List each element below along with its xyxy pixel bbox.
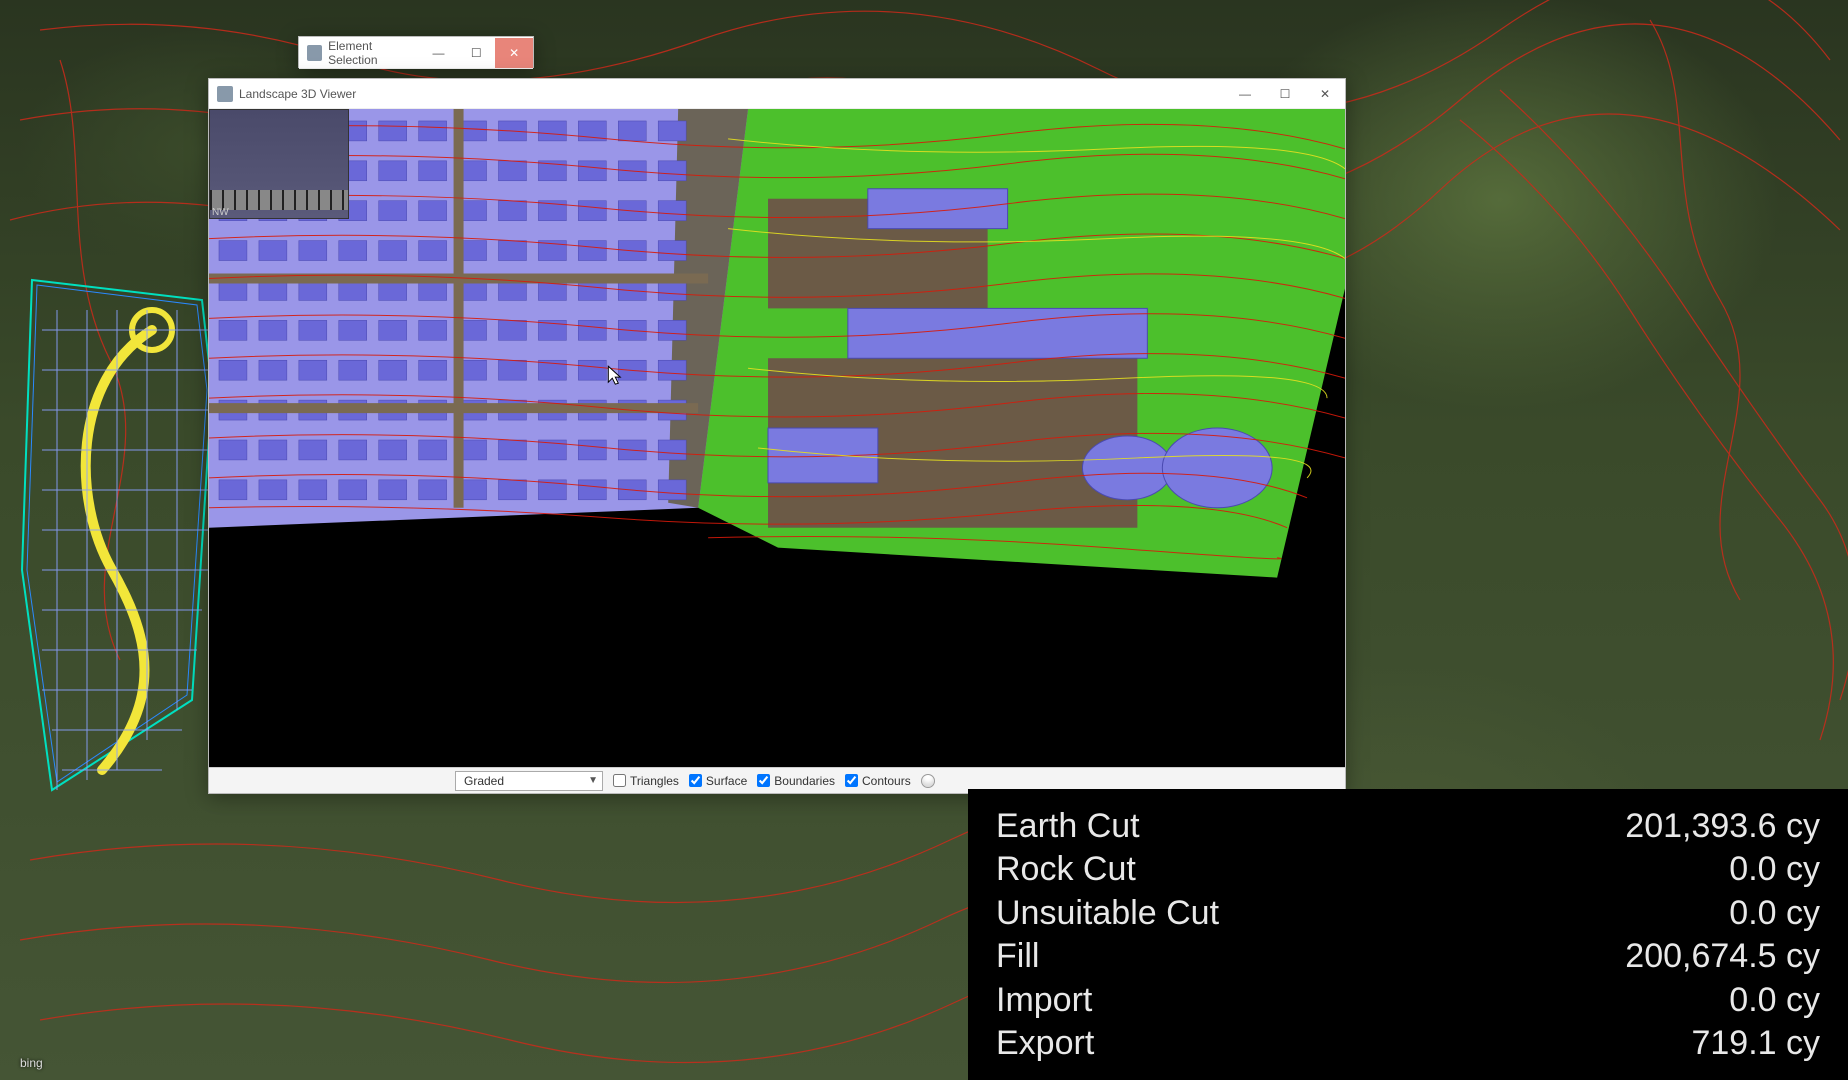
- stat-label: Export: [996, 1022, 1094, 1066]
- stat-row: Rock Cut 0.0 cy: [996, 848, 1820, 892]
- stat-value: 719.1 cy: [1691, 1022, 1820, 1066]
- close-button[interactable]: ✕: [1305, 79, 1345, 109]
- boundaries-checkbox-input[interactable]: [757, 774, 770, 787]
- app-icon: [217, 86, 233, 102]
- stat-label: Import: [996, 979, 1092, 1023]
- stat-value: 201,393.6 cy: [1625, 805, 1820, 849]
- triangles-label: Triangles: [630, 774, 679, 788]
- triangles-checkbox[interactable]: Triangles: [613, 774, 679, 788]
- stat-label: Rock Cut: [996, 848, 1136, 892]
- stat-row: Export 719.1 cy: [996, 1022, 1820, 1066]
- contours-checkbox-input[interactable]: [845, 774, 858, 787]
- chevron-down-icon: ▼: [588, 775, 598, 786]
- contours-label: Contours: [862, 774, 911, 788]
- viewer-3d-canvas[interactable]: NW: [209, 109, 1345, 767]
- earthwork-stats-panel: Earth Cut 201,393.6 cy Rock Cut 0.0 cy Uns…: [968, 789, 1848, 1080]
- stat-row: Unsuitable Cut 0.0 cy: [996, 892, 1820, 936]
- display-mode-select[interactable]: Graded ▼: [455, 771, 603, 791]
- stat-row: Fill 200,674.5 cy: [996, 935, 1820, 979]
- minimap-direction-label: NW: [212, 207, 229, 218]
- landscape-3d-viewer-window[interactable]: Landscape 3D Viewer — ☐ ✕: [208, 78, 1346, 794]
- surface-checkbox[interactable]: Surface: [689, 774, 747, 788]
- surface-checkbox-input[interactable]: [689, 774, 702, 787]
- stat-label: Unsuitable Cut: [996, 892, 1219, 936]
- stat-row: Import 0.0 cy: [996, 979, 1820, 1023]
- close-button[interactable]: ✕: [495, 38, 533, 68]
- display-mode-value: Graded: [464, 774, 504, 788]
- exaggeration-slider[interactable]: [921, 774, 935, 788]
- orientation-minimap[interactable]: NW: [209, 109, 349, 219]
- app-icon: [307, 45, 322, 61]
- boundaries-label: Boundaries: [774, 774, 835, 788]
- minimize-button[interactable]: —: [420, 38, 458, 68]
- stat-label: Fill: [996, 935, 1039, 979]
- viewer-title: Landscape 3D Viewer: [239, 87, 356, 101]
- minimize-button[interactable]: —: [1225, 79, 1265, 109]
- stat-value: 0.0 cy: [1729, 979, 1820, 1023]
- stat-value: 0.0 cy: [1729, 892, 1820, 936]
- triangles-checkbox-input[interactable]: [613, 774, 626, 787]
- site-plan-overlay: [12, 270, 222, 810]
- stat-value: 0.0 cy: [1729, 848, 1820, 892]
- maximize-button[interactable]: ☐: [457, 38, 495, 68]
- stat-label: Earth Cut: [996, 805, 1140, 849]
- contours-checkbox[interactable]: Contours: [845, 774, 911, 788]
- map-attribution: bing: [20, 1056, 43, 1070]
- element-selection-title: Element Selection: [328, 39, 419, 67]
- boundaries-checkbox[interactable]: Boundaries: [757, 774, 835, 788]
- stat-row: Earth Cut 201,393.6 cy: [996, 805, 1820, 849]
- element-selection-dialog[interactable]: Element Selection — ☐ ✕: [298, 36, 534, 68]
- surface-label: Surface: [706, 774, 747, 788]
- stat-value: 200,674.5 cy: [1625, 935, 1820, 979]
- maximize-button[interactable]: ☐: [1265, 79, 1305, 109]
